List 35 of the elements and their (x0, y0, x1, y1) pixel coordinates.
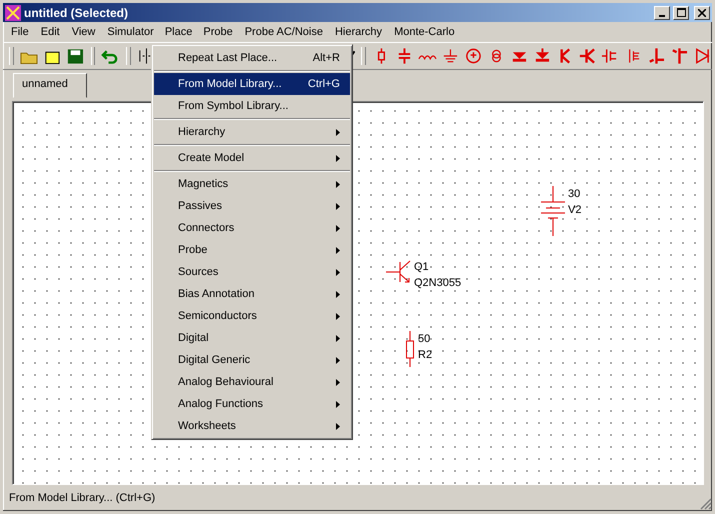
part-reference: Q2N3055 (414, 276, 462, 291)
menu-item[interactable]: View (66, 24, 102, 40)
window-title: untitled (Selected) (24, 6, 130, 20)
menu-entry[interactable]: Probe (154, 239, 350, 261)
menu-entry[interactable]: Analog Functions (154, 393, 350, 415)
menu-entry[interactable]: Worksheets (154, 415, 350, 437)
status-text: From Model Library... (Ctrl+G) (9, 492, 156, 504)
part-value: Q1 (414, 260, 430, 275)
menu-entry[interactable]: Bias Annotation (154, 283, 350, 305)
menu-entry[interactable]: From Model Library... Ctrl+G (154, 73, 350, 95)
menu-entry[interactable]: Passives (154, 195, 350, 217)
document-tab[interactable]: unnamed (13, 73, 87, 98)
menu-item[interactable]: Probe (197, 24, 239, 40)
part-reference: V2 (568, 203, 582, 218)
menu-entry[interactable]: From Symbol Library... (154, 95, 350, 117)
menu-item[interactable]: Simulator (101, 24, 160, 40)
part-value: 30 (568, 187, 582, 202)
menu-entry[interactable]: Create Model (154, 147, 350, 169)
menu-entry[interactable]: Semiconductors (154, 305, 350, 327)
menu-entry[interactable]: Sources (154, 261, 350, 283)
menu-item[interactable]: Probe AC/Noise (238, 24, 329, 40)
menu-item[interactable]: Monte-Carlo (388, 24, 461, 40)
menu-entry[interactable]: Repeat Last Place... Alt+R (154, 47, 350, 69)
menu-entry[interactable]: Analog Behavioural (154, 371, 350, 393)
menu-entry[interactable]: Connectors (154, 217, 350, 239)
menu-item[interactable]: Hierarchy (328, 24, 388, 40)
menu-entry[interactable]: Digital (154, 327, 350, 349)
menu-item[interactable]: File (5, 24, 35, 40)
menu-entry[interactable]: Digital Generic (154, 349, 350, 371)
menu-item[interactable]: Place (160, 25, 198, 39)
part-value: 50 (418, 332, 432, 347)
menu-entry[interactable]: Hierarchy (154, 121, 350, 143)
part-reference: R2 (418, 348, 432, 363)
menu-entry[interactable]: Magnetics (154, 173, 350, 195)
menu-item[interactable]: Edit (34, 24, 66, 40)
